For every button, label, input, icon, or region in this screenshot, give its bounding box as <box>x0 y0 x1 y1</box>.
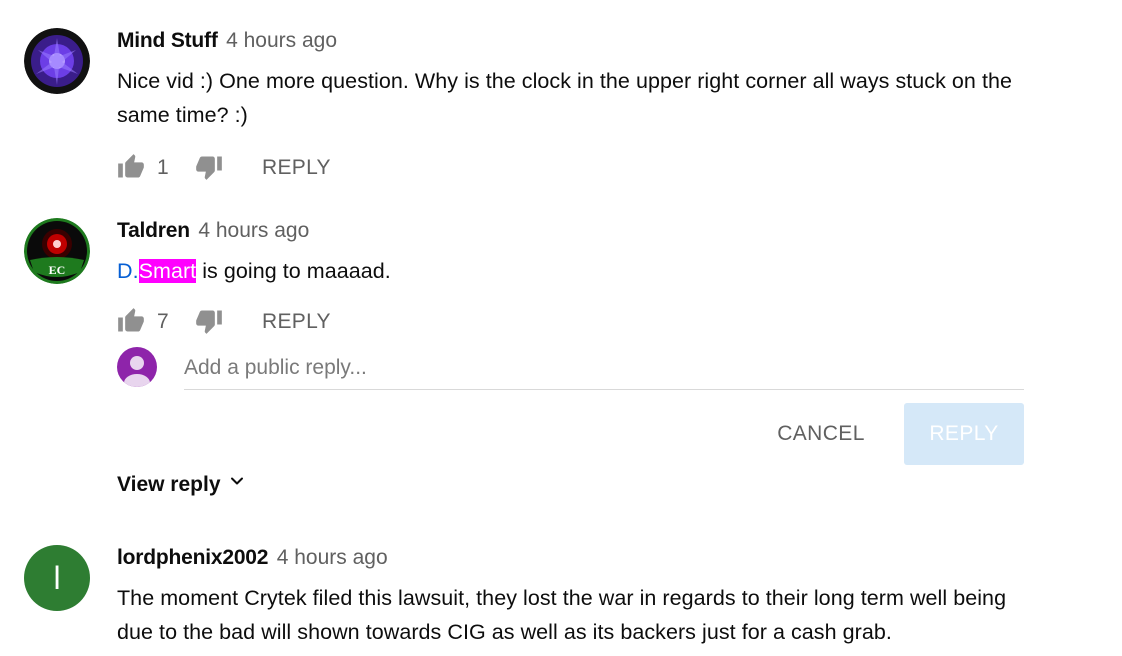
highlighted-text[interactable]: Smart <box>138 259 197 283</box>
author-name[interactable]: lordphenix2002 <box>117 546 268 569</box>
comment-actions: 1 REPLY <box>117 153 1027 183</box>
like-count: 7 <box>157 310 169 333</box>
comment-time[interactable]: 4 hours ago <box>198 219 309 242</box>
comment-text-rest: is going to maaaad. <box>196 259 391 283</box>
reply-button[interactable]: REPLY <box>262 153 331 183</box>
avatar[interactable]: l <box>24 545 90 611</box>
thumbs-up-icon[interactable] <box>117 307 145 335</box>
avatar[interactable]: EC <box>24 218 90 284</box>
my-avatar <box>117 347 157 387</box>
avatar-image <box>24 28 90 94</box>
avatar-image: EC <box>24 218 90 284</box>
like-count: 1 <box>157 156 169 179</box>
comment-actions: 7 REPLY <box>117 307 1027 337</box>
comment-time[interactable]: 4 hours ago <box>226 29 337 52</box>
author-name[interactable]: Mind Stuff <box>117 29 218 52</box>
thumbs-up-icon[interactable] <box>117 153 145 181</box>
view-reply-toggle[interactable]: View reply <box>117 470 247 500</box>
comment-text: The moment Crytek filed this lawsuit, th… <box>117 586 1007 644</box>
avatar-text: EC <box>49 263 66 277</box>
comment-header: Mind Stuff 4 hours ago <box>117 28 1027 54</box>
user-icon <box>124 356 150 387</box>
cancel-button[interactable]: CANCEL <box>761 403 881 465</box>
chevron-down-icon <box>227 470 247 500</box>
comment-time[interactable]: 4 hours ago <box>277 546 388 569</box>
submit-reply-button[interactable]: REPLY <box>904 403 1024 465</box>
reply-input[interactable] <box>184 347 1024 390</box>
thumbs-down-icon[interactable] <box>195 153 223 181</box>
reply-button[interactable]: REPLY <box>262 307 331 337</box>
author-name[interactable]: Taldren <box>117 219 190 242</box>
mention-link[interactable]: D. <box>117 259 139 283</box>
avatar-letter: l <box>53 560 61 596</box>
comment-thread: Mind Stuff 4 hours ago Nice vid :) One m… <box>0 0 1122 656</box>
thumbs-down-icon[interactable] <box>195 307 223 335</box>
view-reply-label: View reply <box>117 473 221 496</box>
reply-box: CANCEL REPLY <box>117 347 1024 467</box>
comment-text: D.Smart is going to maaaad. <box>117 254 1027 288</box>
avatar[interactable] <box>24 28 90 94</box>
comment-header: Taldren 4 hours ago <box>117 218 1027 244</box>
comment-text: Nice vid :) One more question. Why is th… <box>117 69 1013 127</box>
comment-header: lordphenix2002 4 hours ago <box>117 545 1027 571</box>
